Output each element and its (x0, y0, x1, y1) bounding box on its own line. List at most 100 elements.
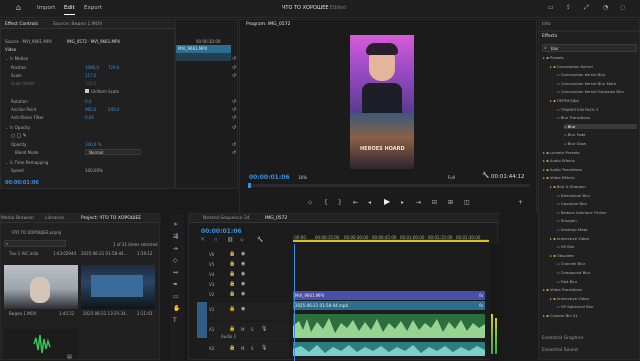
scale-value[interactable]: 117,0 (85, 73, 96, 78)
track-a1-solo[interactable]: S (251, 327, 254, 332)
add-button-icon[interactable]: + (518, 200, 523, 206)
effects-item[interactable]: ▸ ▪ Immersive Video (550, 296, 589, 301)
track-v2-eye-icon[interactable]: ◉ (241, 291, 245, 297)
effects-item[interactable]: ▸ ▪ ПЕРЕХОДЫ (550, 98, 579, 103)
speed-value[interactable]: 100,00% (85, 168, 103, 173)
effects-item[interactable]: ▸ ▪ Audio Transitions (543, 167, 582, 172)
reset-opacity-icon[interactable]: ↺ (232, 142, 236, 148)
step-forward-icon[interactable]: ▸ (401, 200, 404, 206)
rotation-value[interactable]: 0,0 (85, 99, 91, 104)
track-a1-lock-icon[interactable]: 🔒 (229, 326, 235, 332)
track-a1-mute[interactable]: M (241, 327, 244, 332)
ripple-edit-tool-icon[interactable]: ⟛ (173, 246, 178, 252)
track-v1-eye-icon[interactable]: ◉ (241, 306, 245, 312)
effects-item[interactable]: ▫ TRANSITION PACK 3 (557, 107, 598, 112)
program-timecode[interactable]: 00:00:01:06 (249, 174, 290, 181)
pen-mask-icon[interactable]: ✎ (23, 133, 27, 139)
essential-graphics-tab[interactable]: Essential Graphics (542, 336, 583, 341)
fullscreen-icon[interactable]: ⤢ (584, 5, 589, 11)
position-x[interactable]: 1080,0 (85, 65, 99, 70)
rectangle-tool-icon[interactable]: ▭ (173, 294, 179, 300)
menu-edit[interactable]: Edit (64, 5, 75, 15)
reset-scale-icon[interactable]: ↺ (232, 73, 236, 79)
effects-item[interactable]: ▫ Convolution Kernel Blur (557, 72, 605, 77)
export-frame-icon[interactable]: ◫ (464, 200, 470, 206)
effects-search-input[interactable]: blur (551, 46, 559, 51)
clip-v2-mvi9661[interactable]: MVI_9661.MP4 fx (293, 291, 485, 300)
tab-nested-sequence[interactable]: Nested Sequence 34 (203, 216, 250, 221)
effects-item[interactable]: ▫ Convolution Kernel Blur More (557, 81, 616, 86)
list-view-icon[interactable]: ▤ (67, 354, 72, 360)
step-back-icon[interactable]: ◂ (368, 200, 371, 206)
effects-item[interactable]: ▸ ▪ Video Transitions (543, 287, 582, 292)
effects-item[interactable]: ▫ Gaussian Blur (557, 201, 587, 206)
tab-effect-controls[interactable]: Effect Controls (5, 22, 38, 27)
extract-icon[interactable]: ⊞ (448, 200, 453, 206)
home-icon[interactable]: ⌂ (16, 4, 21, 12)
tab-project[interactable]: Project: ЧТО ТО ХОРОШЕЕ (81, 216, 141, 221)
reset-anchor-icon[interactable]: ↺ (232, 107, 236, 113)
clip-a1-audio[interactable] (293, 314, 485, 338)
track-a1-mic-icon[interactable]: 🎙 (261, 326, 267, 332)
effects-item[interactable]: ▫ Blur Fade (564, 132, 586, 137)
clip-a2-audio[interactable] (293, 342, 485, 356)
razor-tool-icon[interactable]: ◇ (173, 258, 178, 264)
wrench-icon[interactable]: 🔧 (482, 173, 489, 179)
quality-select[interactable]: Full (448, 175, 455, 180)
program-title[interactable]: Program: IMG_0572 (246, 22, 290, 27)
anchor-x[interactable]: 960,0 (85, 107, 96, 112)
menu-import[interactable]: Import (37, 5, 55, 11)
go-to-out-icon[interactable]: ⇥ (416, 200, 421, 206)
effects-item[interactable]: ▸ ▪ Audio Effects (543, 158, 575, 163)
reset-motion-icon[interactable]: ↺ (232, 56, 236, 62)
nest-toggle-icon[interactable]: ⇱ (201, 237, 205, 243)
effects-item[interactable]: ▸ ▪ Video Effects (543, 175, 575, 180)
reset-blend-icon[interactable]: ↺ (232, 150, 236, 156)
hand-tool-icon[interactable]: ✋ (173, 306, 180, 312)
effects-item[interactable]: ▫ VR Spherical Blur (557, 304, 594, 309)
track-a2-mute[interactable]: M (241, 346, 244, 351)
reset-position-icon[interactable]: ↺ (232, 65, 236, 71)
workspaces-icon[interactable]: ▭ (548, 5, 554, 11)
source-patch-v1[interactable] (197, 302, 207, 338)
zoom-select[interactable]: 16% (298, 175, 307, 180)
track-a2-lock-icon[interactable]: 🔒 (229, 345, 235, 351)
effects-item[interactable]: ▸ ▪ Immersive Video (550, 236, 589, 241)
track-v2-lock-icon[interactable]: 🔒 (229, 291, 235, 297)
essential-sound-tab[interactable]: Essential Sound (542, 348, 578, 353)
timeline-settings-icon[interactable]: 🔧 (257, 237, 263, 243)
antiflicker-value[interactable]: 0,00 (85, 115, 94, 120)
effects-item[interactable]: ▫ Blur (564, 123, 637, 129)
info-title[interactable]: Info (542, 22, 551, 27)
project-search[interactable]: ⌕ (4, 240, 66, 247)
opacity-value[interactable]: 100,0 % (85, 142, 102, 147)
play-icon[interactable]: ▶ (384, 198, 390, 206)
blend-mode-select[interactable]: Normal (85, 149, 141, 155)
effects-item[interactable]: ▫ Convolution Kernel Gaussian Blur (557, 89, 624, 94)
effects-item[interactable]: ▫ Fast Blur (557, 279, 577, 284)
effects-item[interactable]: ▸ ▪ Lumetri Presets (543, 150, 580, 155)
ec-clip-bar[interactable]: MVI_9661.MP4 (176, 45, 231, 53)
type-tool-icon[interactable]: T (173, 318, 177, 324)
reset-rotation-icon[interactable]: ↺ (232, 99, 236, 105)
program-playhead[interactable] (248, 183, 251, 188)
track-v1-lock-icon[interactable]: 🔒 (229, 306, 235, 312)
effects-item[interactable]: ▫ Blur Transitions (557, 115, 590, 120)
effects-title[interactable]: Effects (542, 34, 557, 39)
rect-mask-icon[interactable]: □ (17, 133, 22, 139)
effects-item[interactable]: ▫ Reduce Interlace Flicker (557, 210, 606, 215)
timeline-ruler[interactable]: :00:00 00:00:15:00 00:00:30:00 00:00:45:… (293, 228, 489, 242)
reset-antiflicker-icon[interactable]: ↺ (232, 115, 236, 121)
add-marker-icon[interactable]: ⬦ (240, 237, 244, 243)
anchor-y[interactable]: 540,0 (108, 107, 119, 112)
reset-opacity-fx-icon[interactable]: ↺ (232, 125, 236, 131)
project-thumb-video1[interactable] (4, 265, 78, 309)
tab-media-browser[interactable]: Media Browser (1, 216, 34, 221)
effects-item[interactable]: ▸ ▪ Custom Bin 01 (543, 313, 578, 318)
track-v6-eye-icon[interactable]: ◉ (241, 251, 245, 257)
effects-item[interactable]: ▸ ▪ Presets (543, 55, 564, 60)
effects-item[interactable]: ▸ ▪ Obsolete (550, 253, 574, 258)
uniform-scale-row[interactable]: Uniform Scale (85, 89, 119, 96)
mark-in-icon[interactable]: { (324, 200, 328, 206)
effects-item[interactable]: ▸ ▪ Convolution Kernel (550, 64, 593, 69)
